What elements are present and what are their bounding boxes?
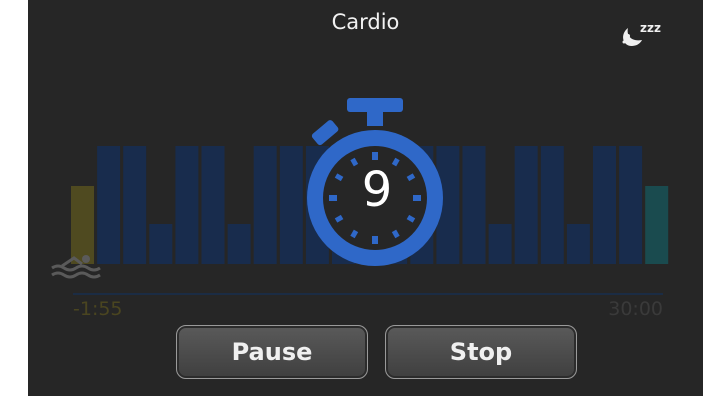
chart-bar bbox=[593, 146, 616, 264]
dial-tick bbox=[350, 229, 359, 239]
chart-bar bbox=[175, 146, 199, 264]
chart-bar bbox=[462, 146, 486, 264]
chart-bar bbox=[253, 146, 277, 264]
chart-bar bbox=[540, 146, 564, 264]
chart-bar bbox=[123, 146, 147, 264]
chart-bar bbox=[227, 224, 251, 264]
timeline-axis bbox=[73, 293, 663, 295]
timeline-start-label: -1:55 bbox=[73, 298, 123, 320]
chart-bar bbox=[201, 146, 225, 264]
dial-tick bbox=[391, 229, 400, 239]
chart-bar bbox=[488, 224, 512, 264]
chart-bar bbox=[566, 224, 590, 264]
chart-bar bbox=[645, 186, 669, 264]
stop-button[interactable]: Stop bbox=[385, 325, 577, 379]
chart-bar bbox=[279, 146, 303, 264]
swim-icon bbox=[51, 255, 101, 279]
chart-bar bbox=[97, 146, 121, 264]
chart-bar bbox=[514, 146, 538, 264]
chart-bar bbox=[149, 224, 173, 264]
pause-button[interactable]: Pause bbox=[176, 325, 368, 379]
chart-bar bbox=[619, 146, 643, 264]
countdown-number: 9 bbox=[361, 162, 393, 218]
workout-screen: Cardio zzz -1:55 30:00 9 Pause Stop bbox=[28, 0, 703, 396]
timeline-end-label: 30:00 bbox=[608, 298, 663, 320]
